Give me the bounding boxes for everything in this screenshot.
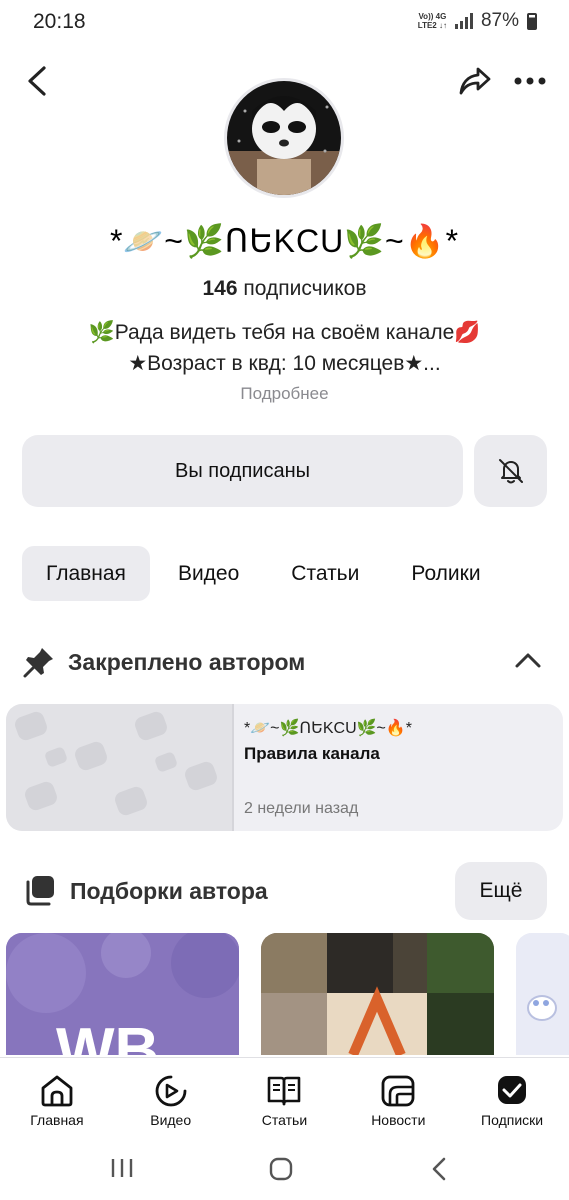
back-arrow-icon[interactable] <box>24 66 50 96</box>
home-icon <box>41 1075 73 1107</box>
collection-card[interactable] <box>516 933 569 1055</box>
pinned-title: Правила канала <box>244 744 380 763</box>
share-icon[interactable] <box>458 66 492 96</box>
subscribers-count: 146 подписчиков <box>202 277 367 300</box>
home-circle-icon[interactable] <box>269 1157 293 1181</box>
bell-off-icon <box>498 459 523 484</box>
system-navigation-bar <box>0 1137 569 1200</box>
network-indicator: Vo)) 4G LTE2 ↓↑ <box>417 12 447 30</box>
pinned-time: 2 недели назад <box>244 800 359 817</box>
status-bar: 20:18 Vo)) 4G LTE2 ↓↑ 87% <box>0 0 569 44</box>
more-dots-icon[interactable] <box>513 76 547 86</box>
articles-book-icon <box>268 1076 301 1106</box>
collection-card-text: WB <box>56 1016 160 1055</box>
signal-icon <box>454 13 473 29</box>
subscribed-button[interactable]: Вы подписаны <box>22 435 463 507</box>
channel-name: *🪐~🌿ՈԵKCU🌿~🔥* <box>109 223 460 259</box>
news-icon <box>381 1075 415 1107</box>
collections-more-button[interactable]: Ещё <box>455 862 547 920</box>
more-details-link[interactable]: Подробнее <box>0 384 569 404</box>
channel-tabs: Главная Видео Статьи Ролики <box>22 546 505 601</box>
pinned-header: Закреплено автором <box>22 645 305 679</box>
card-divider <box>232 704 234 831</box>
battery-icon <box>527 12 537 30</box>
recents-icon[interactable] <box>110 1157 134 1179</box>
pinned-article-card[interactable]: *🪐~🌿ՈԵKCU🌿~🔥* Правила канала 2 недели на… <box>6 704 563 831</box>
collection-card[interactable]: WB <box>6 933 239 1055</box>
battery-percent: 87% <box>480 10 519 31</box>
notifications-button[interactable] <box>474 435 547 507</box>
pinned-thumbnail <box>6 704 232 831</box>
tab-video[interactable]: Видео <box>154 546 263 601</box>
chevron-up-icon[interactable] <box>513 650 543 670</box>
collection-card[interactable] <box>261 933 494 1055</box>
subscriptions-icon <box>498 1076 527 1104</box>
bottom-navigation: Главная Видео Статьи Новости Подписки <box>0 1057 569 1137</box>
pinned-channel-name: *🪐~🌿ՈԵKCU🌿~🔥* <box>244 720 413 737</box>
nav-video[interactable]: Видео <box>114 1058 228 1137</box>
status-indicators: Vo)) 4G LTE2 ↓↑ 87% <box>418 10 537 32</box>
channel-avatar[interactable] <box>224 78 344 198</box>
tab-main[interactable]: Главная <box>22 546 150 601</box>
channel-description[interactable]: 🌿Рада видеть тебя на своём канале💋 ★Возр… <box>0 317 569 379</box>
nav-news[interactable]: Новости <box>341 1058 455 1137</box>
nav-subscriptions[interactable]: Подписки <box>455 1058 569 1137</box>
nav-home[interactable]: Главная <box>0 1058 114 1137</box>
video-play-icon <box>155 1075 187 1107</box>
collections-icon <box>26 876 54 906</box>
system-back-icon[interactable] <box>430 1157 448 1181</box>
tab-shorts[interactable]: Ролики <box>387 546 504 601</box>
collections-header: Подборки автора <box>22 873 268 909</box>
nav-articles[interactable]: Статьи <box>228 1058 342 1137</box>
status-time: 20:18 <box>33 10 86 33</box>
pin-icon <box>23 648 53 678</box>
tab-articles[interactable]: Статьи <box>267 546 383 601</box>
